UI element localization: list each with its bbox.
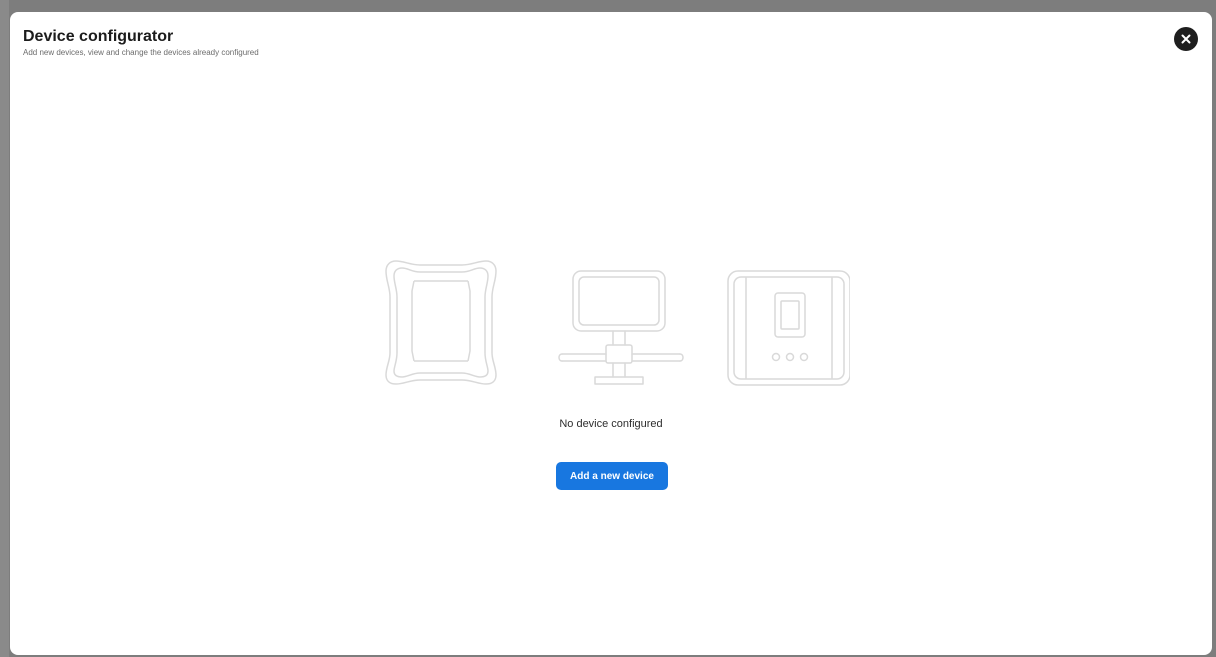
close-button[interactable] [1174, 27, 1198, 51]
backdrop [0, 0, 9, 657]
empty-state-message: No device configured [559, 418, 663, 430]
add-new-device-button[interactable]: Add a new device [556, 462, 668, 490]
network-device-icon [558, 270, 684, 385]
modal-header: Device configurator Add new devices, vie… [23, 27, 259, 58]
modal-title: Device configurator [23, 28, 174, 45]
enclosure-device-icon [385, 260, 497, 385]
close-icon [1181, 34, 1191, 44]
empty-state-illustrations [380, 257, 850, 387]
device-configurator-modal: Device configurator Add new devices, vie… [10, 12, 1212, 655]
modal-subtitle: Add new devices, view and change the dev… [23, 48, 259, 57]
controller-device-icon [727, 270, 850, 386]
